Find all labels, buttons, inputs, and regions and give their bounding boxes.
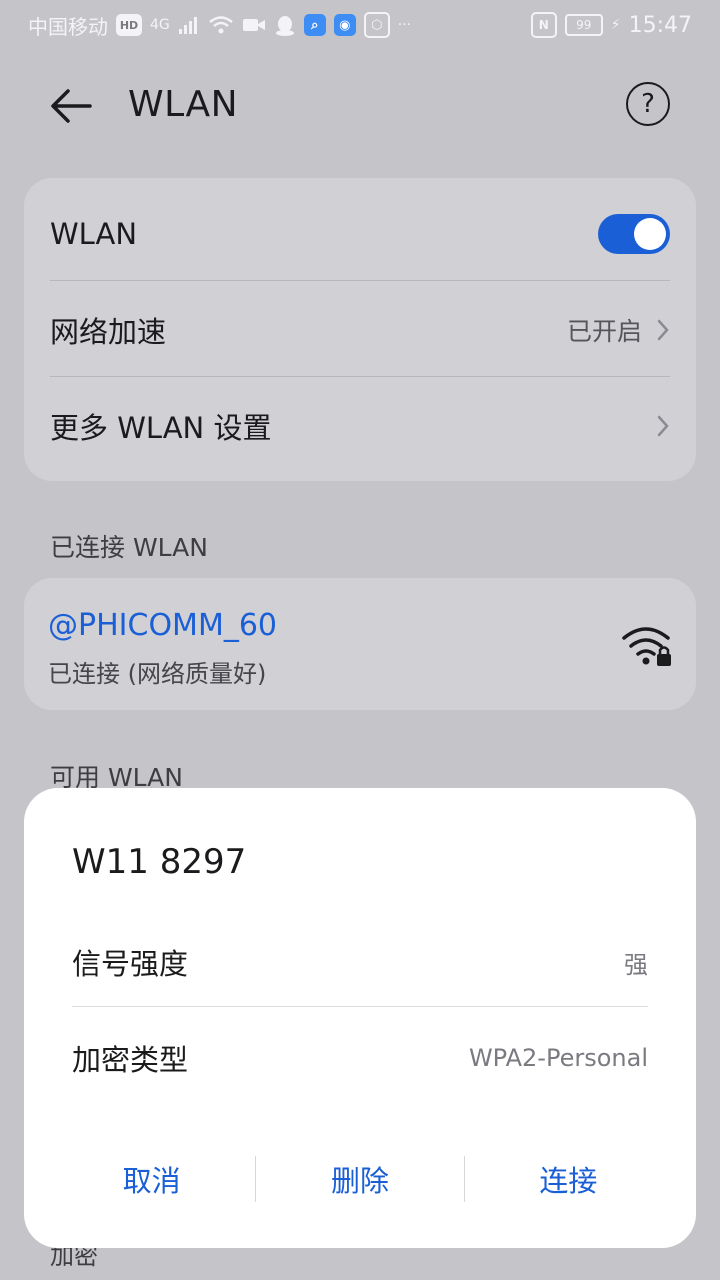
qq-icon (275, 16, 294, 36)
signal-strength-label: 信号强度 (72, 947, 189, 981)
network-acceleration-row[interactable]: 网络加速 已开启 (50, 308, 670, 352)
wlan-toggle-label: WLAN (50, 217, 138, 251)
signal-strength-value: 强 (624, 950, 648, 979)
signal-strength-row: 信号强度 强 (72, 940, 648, 984)
connection-status: 已连接 (网络质量好) (48, 660, 267, 688)
security-type-value: WPA2-Personal (468, 1044, 648, 1072)
cell-signal-icon (178, 17, 197, 34)
bulb-app-icon: ◉ (333, 14, 356, 36)
network-acceleration-value-group: 已开启 (567, 312, 670, 348)
chevron-right-icon (657, 319, 669, 341)
more-wlan-settings-row[interactable]: 更多 WLAN 设置 (50, 404, 670, 448)
battery-level: 99 (564, 14, 603, 36)
connected-section-label: 已连接 WLAN (50, 533, 208, 562)
hd-badge: HD (116, 14, 142, 36)
wlan-toggle-switch[interactable] (598, 214, 670, 254)
more-notifications-icon: ··· (397, 17, 412, 33)
dialog-actions: 取消 删除 连接 (48, 1154, 672, 1204)
connected-ssid: @PHICOMM_60 (48, 608, 277, 643)
clock: 15:47 (628, 12, 692, 38)
status-bar-left: 中国移动 HD 4G ⌕ ◉ ⬡ ··· (28, 11, 411, 40)
security-type-label: 加密类型 (72, 1043, 189, 1077)
cancel-button[interactable]: 取消 (48, 1158, 255, 1200)
charging-icon: ⚡ (610, 17, 621, 33)
shield-app-icon: ⬡ (363, 12, 390, 38)
wlan-settings-card: WLAN 网络加速 已开启 更多 WLAN 设置 (24, 178, 696, 481)
wifi-status-icon (208, 16, 233, 34)
help-icon: ? (641, 89, 655, 119)
app-header: WLAN ? (0, 62, 720, 152)
delete-button[interactable]: 删除 (256, 1158, 463, 1200)
connect-button[interactable]: 连接 (465, 1158, 672, 1200)
search-app-icon: ⌕ (303, 14, 326, 36)
divider (50, 280, 670, 281)
network-details-dialog: W11 8297 信号强度 强 加密类型 WPA2-Personal 取消 删除… (24, 788, 696, 1248)
wlan-toggle-row[interactable]: WLAN (50, 212, 670, 256)
help-button[interactable]: ? (626, 82, 670, 126)
chevron-right-icon (657, 415, 669, 437)
network-acceleration-value: 已开启 (566, 317, 642, 346)
more-wlan-settings-label: 更多 WLAN 设置 (50, 411, 272, 445)
network-type: 4G (150, 17, 170, 33)
divider (50, 376, 670, 377)
video-icon (242, 19, 265, 31)
status-bar-right: N 99 ⚡ 15:47 (530, 12, 692, 38)
toggle-knob (634, 218, 666, 250)
nfc-icon: N (530, 12, 557, 38)
wifi-lock-icon (622, 627, 671, 666)
network-acceleration-label: 网络加速 (50, 315, 167, 349)
security-type-row: 加密类型 WPA2-Personal (72, 1036, 648, 1080)
connected-network-card[interactable]: @PHICOMM_60 已连接 (网络质量好) (24, 578, 696, 710)
back-arrow-icon[interactable] (46, 80, 98, 132)
carrier-name: 中国移动 (28, 14, 108, 39)
page-title: WLAN (128, 84, 239, 125)
dialog-title: W11 8297 (72, 842, 247, 882)
divider (72, 1006, 648, 1007)
status-bar: 中国移动 HD 4G ⌕ ◉ ⬡ ··· N 99 ⚡ 15:47 (0, 0, 720, 50)
